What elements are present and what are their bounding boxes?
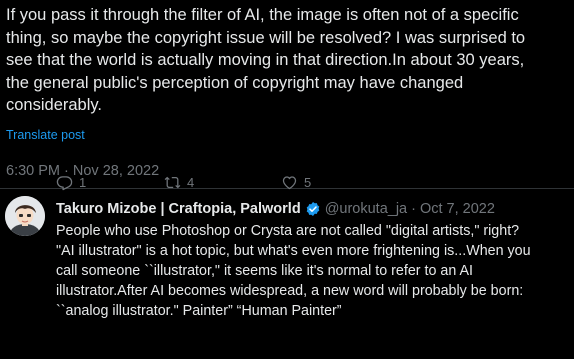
- quoted-post-date[interactable]: Oct 7, 2022: [420, 201, 495, 217]
- repost-count: 4: [187, 174, 195, 190]
- action-bar: 1 4 5: [56, 173, 361, 191]
- post-text-line: see that the world is actually moving in…: [6, 51, 525, 69]
- quoted-post[interactable]: Takuro Mizobe | Craftopia, Palworld @uro…: [0, 188, 574, 359]
- header-separator: ·: [411, 201, 416, 217]
- repost-icon: [164, 176, 181, 188]
- post-text-line: thing, so maybe the copyright issue will…: [6, 28, 526, 47]
- quoted-text-line: ``analog illustrator." Painter” “Human P…: [56, 303, 342, 319]
- reply-count: 1: [79, 174, 87, 190]
- like-icon: [282, 175, 297, 189]
- like-count: 5: [304, 174, 312, 190]
- avatar[interactable]: [5, 196, 45, 236]
- verified-badge-icon: [305, 201, 321, 217]
- translate-post-link[interactable]: Translate post: [6, 128, 85, 142]
- quoted-text-line: illustrator.After AI becomes widespread,…: [56, 283, 524, 299]
- like-button[interactable]: 5: [281, 174, 361, 191]
- post-text-line: the general public's perception of copyr…: [6, 73, 464, 92]
- quoted-author-handle[interactable]: @urokuta_ja: [325, 201, 407, 217]
- quoted-post-text: People who use Photoshop or Crysta are n…: [56, 221, 568, 321]
- quoted-post-header: Takuro Mizobe | Craftopia, Palworld @uro…: [56, 199, 495, 219]
- reply-button[interactable]: 1: [56, 174, 164, 191]
- post-text: If you pass it through the filter of AI,…: [6, 4, 562, 117]
- post-text-line: considerably.: [6, 96, 102, 114]
- post-text-line: If you pass it through the filter of AI,…: [6, 6, 519, 24]
- quoted-text-line: call someone ``illustrator," it seems li…: [56, 263, 474, 279]
- reply-icon: [56, 175, 73, 190]
- avatar-image: [5, 196, 45, 236]
- quoted-text-line: "AI illustrator" is a hot topic, but wha…: [56, 243, 531, 259]
- repost-button[interactable]: 4: [164, 174, 281, 191]
- quoted-text-line: People who use Photoshop or Crysta are n…: [56, 223, 520, 239]
- quoted-author-name[interactable]: Takuro Mizobe | Craftopia, Palworld: [56, 201, 301, 217]
